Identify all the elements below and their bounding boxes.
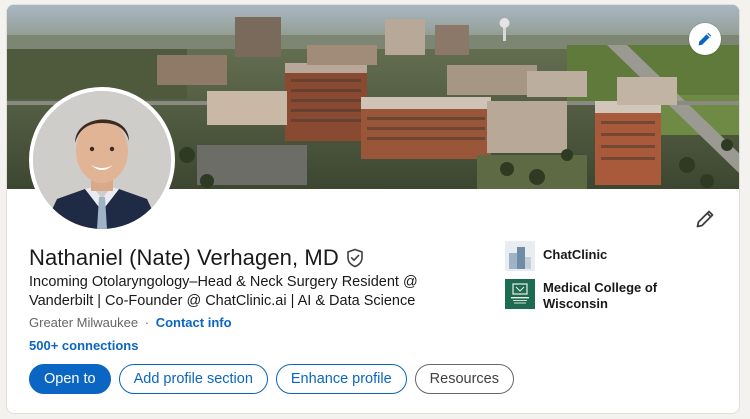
org-name: Medical College of Wisconsin	[543, 280, 658, 311]
location-row: Greater Milwaukee · Contact info	[29, 315, 232, 330]
org-item-chatclinic[interactable]: ChatClinic	[505, 241, 715, 271]
profile-headline: Incoming Otolaryngology–Head & Neck Surg…	[29, 274, 418, 309]
organizations-list: ChatClinic Medical College of Wisconsin	[505, 241, 715, 320]
mcw-logo	[505, 279, 535, 309]
add-profile-section-button[interactable]: Add profile section	[118, 364, 268, 394]
name-row: Nathaniel (Nate) Verhagen, MD	[29, 245, 364, 271]
profile-card: Nathaniel (Nate) Verhagen, MD Incoming O…	[6, 4, 740, 414]
verified-shield-icon[interactable]	[346, 248, 364, 268]
separator-dot: ·	[144, 315, 150, 330]
resources-button[interactable]: Resources	[414, 364, 514, 394]
edit-profile-button[interactable]	[693, 207, 717, 231]
edit-banner-button[interactable]	[689, 23, 721, 55]
profile-photo[interactable]	[29, 87, 175, 233]
profile-name: Nathaniel (Nate) Verhagen, MD	[29, 245, 339, 270]
pencil-icon	[698, 32, 712, 46]
enhance-profile-button[interactable]: Enhance profile	[275, 364, 407, 394]
contact-info-link[interactable]: Contact info	[156, 315, 232, 330]
org-name: ChatClinic	[543, 247, 608, 262]
connections-link[interactable]: 500+ connections	[29, 338, 138, 353]
chatclinic-logo	[505, 241, 535, 271]
location-text: Greater Milwaukee	[29, 315, 139, 330]
pencil-icon	[696, 210, 714, 228]
open-to-button[interactable]: Open to	[29, 364, 111, 394]
profile-actions: Open to Add profile section Enhance prof…	[29, 364, 514, 394]
org-item-mcw[interactable]: Medical College of Wisconsin	[505, 279, 715, 312]
